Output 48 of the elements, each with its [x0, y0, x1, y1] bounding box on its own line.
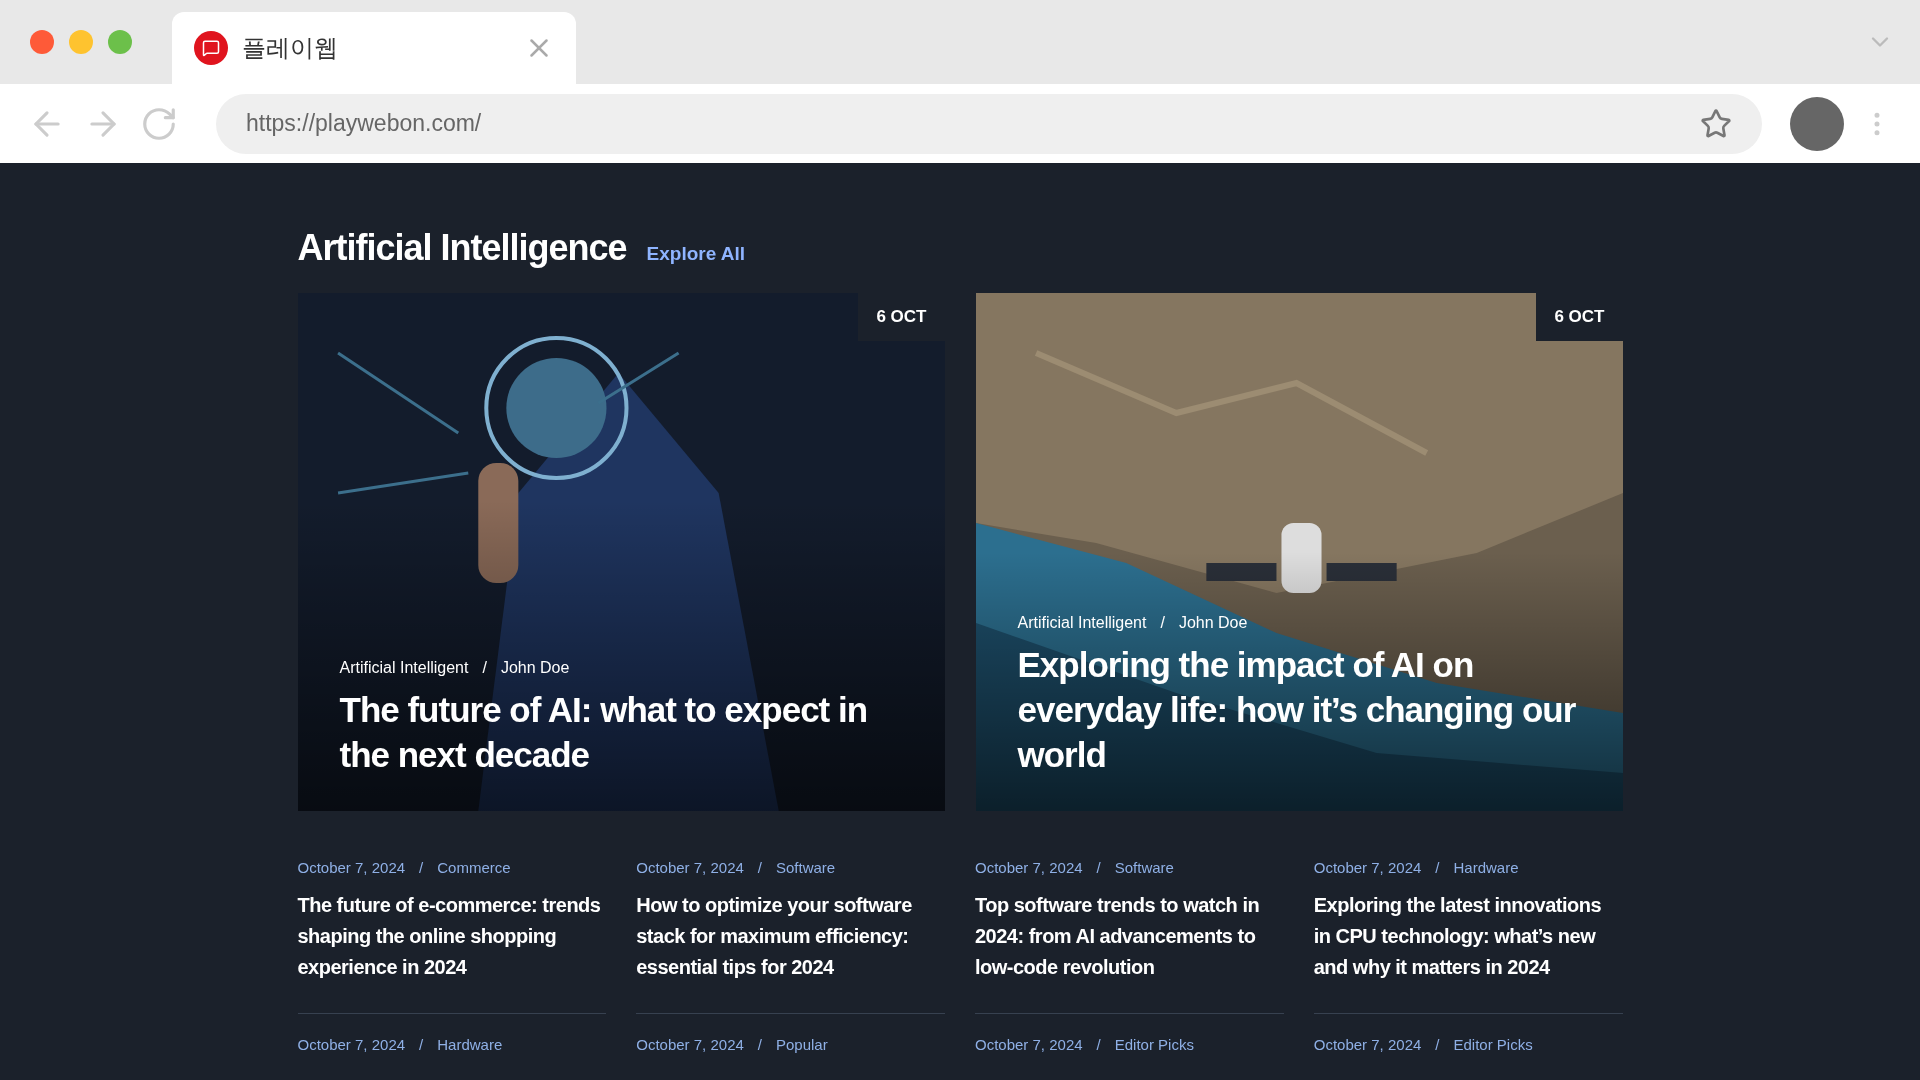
- post-title[interactable]: How to optimize your software stack for maximum efficiency: essential tips for 2024: [636, 890, 945, 983]
- separator-slash: /: [482, 659, 487, 677]
- post-category[interactable]: Editor Picks: [1114, 1036, 1194, 1053]
- separator-slash: /: [1160, 614, 1165, 632]
- post-title[interactable]: The future of e-commerce: trends shaping the online shopping experience in 2024: [297, 890, 607, 983]
- tab-title: 플레이웹: [242, 33, 339, 63]
- bookmark-star-icon[interactable]: [1700, 107, 1732, 140]
- post-category[interactable]: Artificial Intelligent: [1017, 614, 1147, 632]
- browser-tab[interactable]: 플레이웹: [172, 12, 576, 84]
- maximize-window-dot[interactable]: [108, 30, 132, 54]
- post-category[interactable]: Hardware: [437, 1036, 503, 1053]
- post-title[interactable]: Exploring the latest innovations in CPU technology: what’s new and why it matters in 2024: [1313, 890, 1623, 983]
- post-date: October 7, 2024: [975, 1036, 1083, 1053]
- post-category[interactable]: Artificial Intelligent: [339, 659, 469, 677]
- separator-slash: /: [419, 1036, 424, 1053]
- featured-post-title[interactable]: The future of AI: what to expect in the next decade: [339, 687, 903, 777]
- date-badge: 6 OCT: [1536, 293, 1623, 341]
- post-date: October 7, 2024: [297, 859, 406, 876]
- close-window-dot[interactable]: [30, 30, 54, 54]
- separator-slash: /: [757, 859, 762, 876]
- post-category[interactable]: Hardware: [1453, 859, 1519, 876]
- post-date: October 7, 2024: [636, 859, 744, 876]
- post-date: October 7, 2024: [297, 1036, 406, 1053]
- post-category[interactable]: Software: [776, 859, 836, 876]
- separator-slash: /: [419, 859, 424, 876]
- post-category[interactable]: Popular: [776, 1036, 828, 1053]
- address-bar[interactable]: https://playwebon.com/: [216, 93, 1762, 154]
- post-author[interactable]: John Doe: [1178, 614, 1248, 632]
- profile-avatar-icon[interactable]: [1790, 96, 1844, 151]
- post-date: October 7, 2024: [975, 859, 1083, 876]
- section-title: Artificial Intelligence: [297, 227, 627, 269]
- explore-all-link[interactable]: Explore All: [646, 243, 746, 265]
- separator-slash: /: [1435, 1036, 1440, 1053]
- post-category[interactable]: Software: [1114, 859, 1174, 876]
- post-date: October 7, 2024: [1313, 859, 1422, 876]
- post-title[interactable]: Top software trends to watch in 2024: from AI advancements to low-code revolution: [975, 890, 1284, 983]
- date-badge: 6 OCT: [858, 293, 945, 341]
- post-author[interactable]: John Doe: [500, 659, 570, 677]
- post-date: October 7, 2024: [1313, 1036, 1422, 1053]
- site-favicon-icon: [194, 31, 228, 65]
- minimize-window-dot[interactable]: [69, 30, 93, 54]
- separator-slash: /: [757, 1036, 762, 1053]
- post-category[interactable]: Editor Picks: [1453, 1036, 1533, 1053]
- separator-slash: /: [1096, 859, 1101, 876]
- post-date: October 7, 2024: [636, 1036, 744, 1053]
- separator-slash: /: [1096, 1036, 1101, 1053]
- separator-slash: /: [1435, 859, 1440, 876]
- post-category[interactable]: Commerce: [437, 859, 511, 876]
